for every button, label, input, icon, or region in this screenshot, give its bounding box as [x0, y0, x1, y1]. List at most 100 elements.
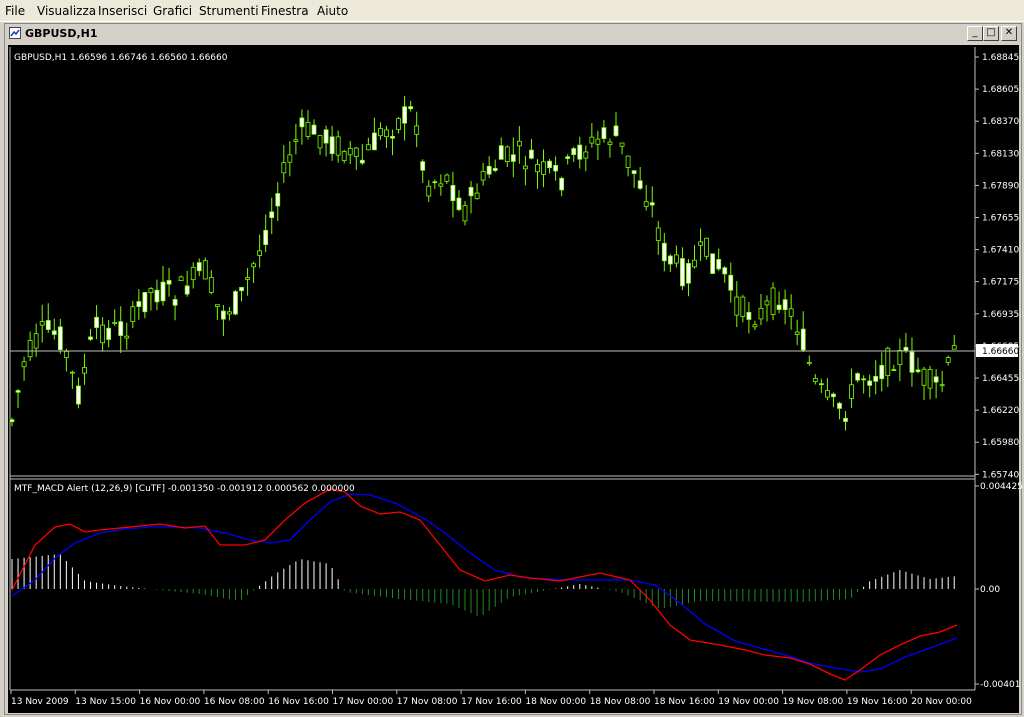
- candle-body: [323, 129, 329, 144]
- indicator-tick-bottom: -0.00401: [980, 680, 1020, 690]
- candle-body: [142, 292, 148, 313]
- candle-body: [456, 197, 462, 211]
- candle-body: [655, 227, 661, 242]
- candle-body: [661, 242, 667, 262]
- candle-body: [27, 340, 33, 358]
- time-tick-label: 20 Nov 00:00: [911, 697, 972, 707]
- chart-area[interactable]: GBPUSD,H1 1.66596 1.66746 1.66560 1.6666…: [0, 0, 1024, 717]
- candle-body: [208, 276, 214, 293]
- candle-body: [758, 307, 764, 320]
- candle-body: [861, 378, 867, 381]
- candle-body: [915, 369, 921, 373]
- candle-body: [667, 255, 673, 265]
- indicator-tick-zero: 0.00: [980, 585, 1000, 595]
- candle-body: [420, 161, 426, 171]
- candle-body: [535, 164, 540, 173]
- candle-body: [269, 211, 275, 218]
- candle-body: [112, 322, 118, 325]
- candle-body: [903, 346, 909, 351]
- candle-body: [390, 136, 395, 139]
- candle-body: [722, 267, 728, 275]
- time-tick-label: 17 Nov 16:00: [461, 697, 522, 707]
- candle-body: [492, 168, 498, 171]
- candle-body: [214, 304, 220, 307]
- candle-body: [764, 300, 770, 306]
- candle-body: [299, 117, 305, 128]
- candle-body: [359, 159, 365, 164]
- candle-body: [154, 289, 160, 303]
- candle-body: [251, 263, 257, 268]
- candle-body: [94, 316, 99, 328]
- candle-body: [118, 321, 124, 336]
- candle-body: [384, 129, 389, 138]
- candle-body: [365, 144, 371, 151]
- price-tick-label: 1.67175: [982, 278, 1019, 288]
- candle-body: [462, 205, 468, 222]
- candle-body: [873, 375, 879, 382]
- candle-body: [825, 390, 830, 398]
- candle-body: [601, 127, 607, 139]
- candle-body: [855, 373, 860, 381]
- candle-body: [686, 262, 691, 284]
- candle-body: [468, 186, 474, 197]
- time-tick-label: 19 Nov 16:00: [847, 697, 908, 707]
- candle-body: [305, 121, 311, 137]
- time-tick-label: 16 Nov 08:00: [204, 697, 265, 707]
- candle-body: [70, 371, 75, 374]
- candle-body: [559, 177, 565, 191]
- price-tick-label: 1.68130: [982, 149, 1019, 159]
- candle-body: [106, 327, 112, 340]
- candle-body: [788, 308, 794, 317]
- candle-body: [408, 106, 414, 110]
- candle-body: [800, 328, 806, 351]
- candle-body: [480, 171, 486, 181]
- candle-body: [402, 106, 408, 124]
- candle-body: [124, 335, 130, 339]
- candle-body: [166, 280, 172, 285]
- candle-body: [15, 390, 21, 393]
- candle-body: [184, 285, 190, 295]
- candle-body: [939, 384, 945, 387]
- candle-body: [583, 151, 589, 159]
- candle-body: [631, 170, 637, 174]
- candle-body: [275, 193, 281, 207]
- candle-body: [51, 330, 57, 335]
- candle-body: [444, 174, 450, 182]
- candle-body: [649, 202, 655, 206]
- candle-body: [341, 151, 347, 161]
- candle-body: [704, 237, 709, 257]
- price-tick-label: 1.66935: [982, 310, 1019, 320]
- candle-body: [607, 141, 613, 145]
- candle-body: [202, 260, 208, 280]
- candle-body: [927, 369, 933, 389]
- candle-body: [414, 125, 420, 135]
- candle-body: [716, 259, 722, 270]
- candle-body: [921, 368, 927, 386]
- candle-body: [625, 155, 631, 168]
- candle-body: [293, 139, 299, 142]
- candle-body: [245, 277, 250, 280]
- candle-body: [76, 385, 81, 405]
- price-tick-label: 1.67890: [982, 181, 1019, 191]
- candle-body: [643, 201, 649, 207]
- candle-body: [879, 364, 885, 380]
- candle-body: [100, 324, 105, 344]
- candle-body: [426, 185, 432, 197]
- candle-body: [82, 367, 87, 374]
- candle-body: [39, 321, 45, 326]
- candle-body: [510, 154, 516, 162]
- candle-body: [698, 241, 703, 246]
- time-tick-label: 16 Nov 00:00: [140, 697, 201, 707]
- candle-body: [504, 146, 510, 162]
- candle-body: [589, 136, 595, 144]
- candle-body: [220, 310, 226, 320]
- candle-body: [806, 361, 812, 364]
- time-tick-label: 18 Nov 16:00: [654, 697, 715, 707]
- candle-body: [909, 351, 915, 373]
- price-tick-label: 1.68605: [982, 85, 1019, 95]
- candle-body: [172, 299, 178, 306]
- candle-body: [553, 164, 558, 172]
- main-chart-header: GBPUSD,H1 1.66596 1.66746 1.66560 1.6666…: [14, 53, 228, 63]
- price-tick-label: 1.68845: [982, 53, 1019, 63]
- time-tick-label: 17 Nov 08:00: [397, 697, 458, 707]
